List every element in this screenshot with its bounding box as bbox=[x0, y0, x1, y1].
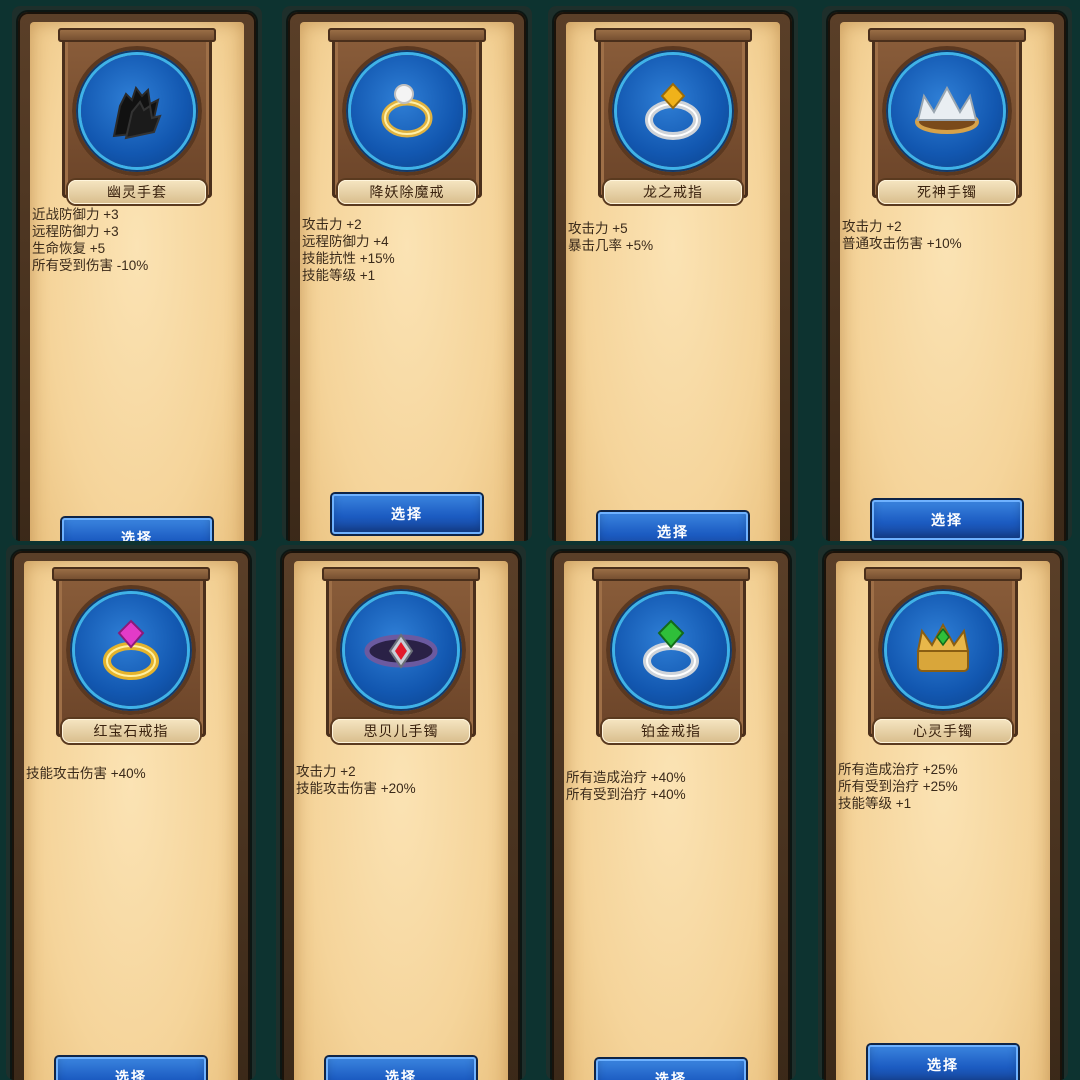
black-glove-icon bbox=[112, 85, 162, 140]
item-stats: 攻击力 +2 技能攻击伤害 +20% bbox=[296, 763, 514, 797]
item-portrait: 红宝石戒指 bbox=[52, 567, 210, 743]
stat-line: 远程防御力 +4 bbox=[302, 234, 389, 249]
item-portrait: 心灵手镯 bbox=[864, 567, 1022, 743]
silver-ring-green-gem-icon bbox=[643, 619, 699, 680]
stat-line: 暴击几率 +5% bbox=[568, 238, 654, 253]
item-portrait: 龙之戒指 bbox=[594, 28, 752, 204]
item-stats: 攻击力 +2 远程防御力 +4 技能抗性 +15% 技能等级 +1 bbox=[302, 216, 520, 284]
item-portrait: 思贝儿手镯 bbox=[322, 567, 480, 743]
stat-line: 所有受到伤害 -10% bbox=[32, 258, 149, 273]
stat-line: 攻击力 +2 bbox=[296, 764, 356, 779]
stat-line: 攻击力 +5 bbox=[568, 221, 628, 236]
item-medallion bbox=[72, 46, 202, 176]
stat-line: 攻击力 +2 bbox=[842, 219, 902, 234]
item-medallion bbox=[606, 585, 736, 715]
item-stats: 技能攻击伤害 +40% bbox=[26, 765, 244, 782]
item-medallion bbox=[882, 46, 1012, 176]
item-card-ghost-gloves: 幽灵手套 近战防御力 +3 远程防御力 +3 生命恢复 +5 所有受到伤害 -1… bbox=[12, 6, 262, 541]
item-stats: 所有造成治疗 +40% 所有受到治疗 +40% bbox=[566, 769, 784, 803]
item-medallion bbox=[342, 46, 472, 176]
item-portrait: 死神手镯 bbox=[868, 28, 1026, 204]
item-selection-grid: 幽灵手套 近战防御力 +3 远程防御力 +3 生命恢复 +5 所有受到伤害 -1… bbox=[0, 0, 1080, 1080]
item-card-dragon-ring: 龙之戒指 攻击力 +5 暴击几率 +5% 选择 bbox=[548, 6, 798, 541]
item-card-platinum-ring: 铂金戒指 所有造成治疗 +40% 所有受到治疗 +40% 选择 bbox=[546, 545, 796, 1080]
item-name: 铂金戒指 bbox=[602, 719, 740, 743]
stat-line: 技能攻击伤害 +20% bbox=[296, 781, 416, 796]
select-button[interactable]: 选择 bbox=[56, 1057, 206, 1080]
item-name: 降妖除魔戒 bbox=[338, 180, 476, 204]
item-name: 思贝儿手镯 bbox=[332, 719, 470, 743]
select-button[interactable]: 选择 bbox=[332, 494, 482, 534]
item-name: 龙之戒指 bbox=[604, 180, 742, 204]
gold-crown-bracelet-icon bbox=[915, 85, 979, 134]
item-medallion bbox=[608, 46, 738, 176]
gold-crown-green-gem-icon bbox=[916, 622, 970, 672]
item-card-spirit-bracelet: 心灵手镯 所有造成治疗 +25% 所有受到治疗 +25% 技能等级 +1 选择 bbox=[818, 545, 1068, 1080]
item-stats: 所有造成治疗 +25% 所有受到治疗 +25% 技能等级 +1 bbox=[838, 761, 1056, 812]
silver-ring-amber-gem-icon bbox=[645, 82, 701, 140]
stat-line: 所有受到治疗 +25% bbox=[838, 779, 958, 794]
item-portrait: 铂金戒指 bbox=[592, 567, 750, 743]
select-button[interactable]: 选择 bbox=[62, 518, 212, 541]
item-card-reaper-bracelet: 死神手镯 攻击力 +2 普通攻击伤害 +10% 选择 bbox=[822, 6, 1072, 541]
item-card-demon-ring: 降妖除魔戒 攻击力 +2 远程防御力 +4 技能抗性 +15% 技能等级 +1 … bbox=[282, 6, 532, 541]
item-card-sibel-bracelet: 思贝儿手镯 攻击力 +2 技能攻击伤害 +20% 选择 bbox=[276, 545, 526, 1080]
select-button[interactable]: 选择 bbox=[326, 1057, 476, 1080]
item-medallion bbox=[878, 585, 1008, 715]
stat-line: 技能等级 +1 bbox=[838, 796, 912, 811]
stat-line: 远程防御力 +3 bbox=[32, 224, 119, 239]
item-stats: 攻击力 +2 普通攻击伤害 +10% bbox=[842, 218, 1060, 252]
item-name: 死神手镯 bbox=[878, 180, 1016, 204]
item-name: 心灵手镯 bbox=[874, 719, 1012, 743]
stat-line: 普通攻击伤害 +10% bbox=[842, 236, 962, 251]
select-button[interactable]: 选择 bbox=[868, 1045, 1018, 1080]
select-button[interactable]: 选择 bbox=[598, 512, 748, 541]
dark-bracelet-red-gem-icon bbox=[364, 633, 438, 669]
stat-line: 所有受到治疗 +40% bbox=[566, 787, 686, 802]
item-card-ruby-ring: 红宝石戒指 技能攻击伤害 +40% 选择 bbox=[6, 545, 256, 1080]
gold-ring-pearl-icon bbox=[381, 84, 433, 138]
stat-line: 所有造成治疗 +25% bbox=[838, 762, 958, 777]
stat-line: 近战防御力 +3 bbox=[32, 207, 119, 222]
item-portrait: 幽灵手套 bbox=[58, 28, 216, 204]
stat-line: 攻击力 +2 bbox=[302, 217, 362, 232]
stat-line: 生命恢复 +5 bbox=[32, 241, 106, 256]
item-medallion bbox=[66, 585, 196, 715]
stat-line: 技能等级 +1 bbox=[302, 268, 376, 283]
item-portrait: 降妖除魔戒 bbox=[328, 28, 486, 204]
stat-line: 技能攻击伤害 +40% bbox=[26, 766, 146, 781]
gold-ring-pink-gem-icon bbox=[103, 619, 159, 680]
stat-line: 技能抗性 +15% bbox=[302, 251, 395, 266]
select-button[interactable]: 选择 bbox=[872, 500, 1022, 540]
item-stats: 近战防御力 +3 远程防御力 +3 生命恢复 +5 所有受到伤害 -10% bbox=[32, 206, 250, 274]
item-medallion bbox=[336, 585, 466, 715]
stat-line: 所有造成治疗 +40% bbox=[566, 770, 686, 785]
item-stats: 攻击力 +5 暴击几率 +5% bbox=[568, 220, 786, 254]
select-button[interactable]: 选择 bbox=[596, 1059, 746, 1080]
item-name: 幽灵手套 bbox=[68, 180, 206, 204]
item-name: 红宝石戒指 bbox=[62, 719, 200, 743]
